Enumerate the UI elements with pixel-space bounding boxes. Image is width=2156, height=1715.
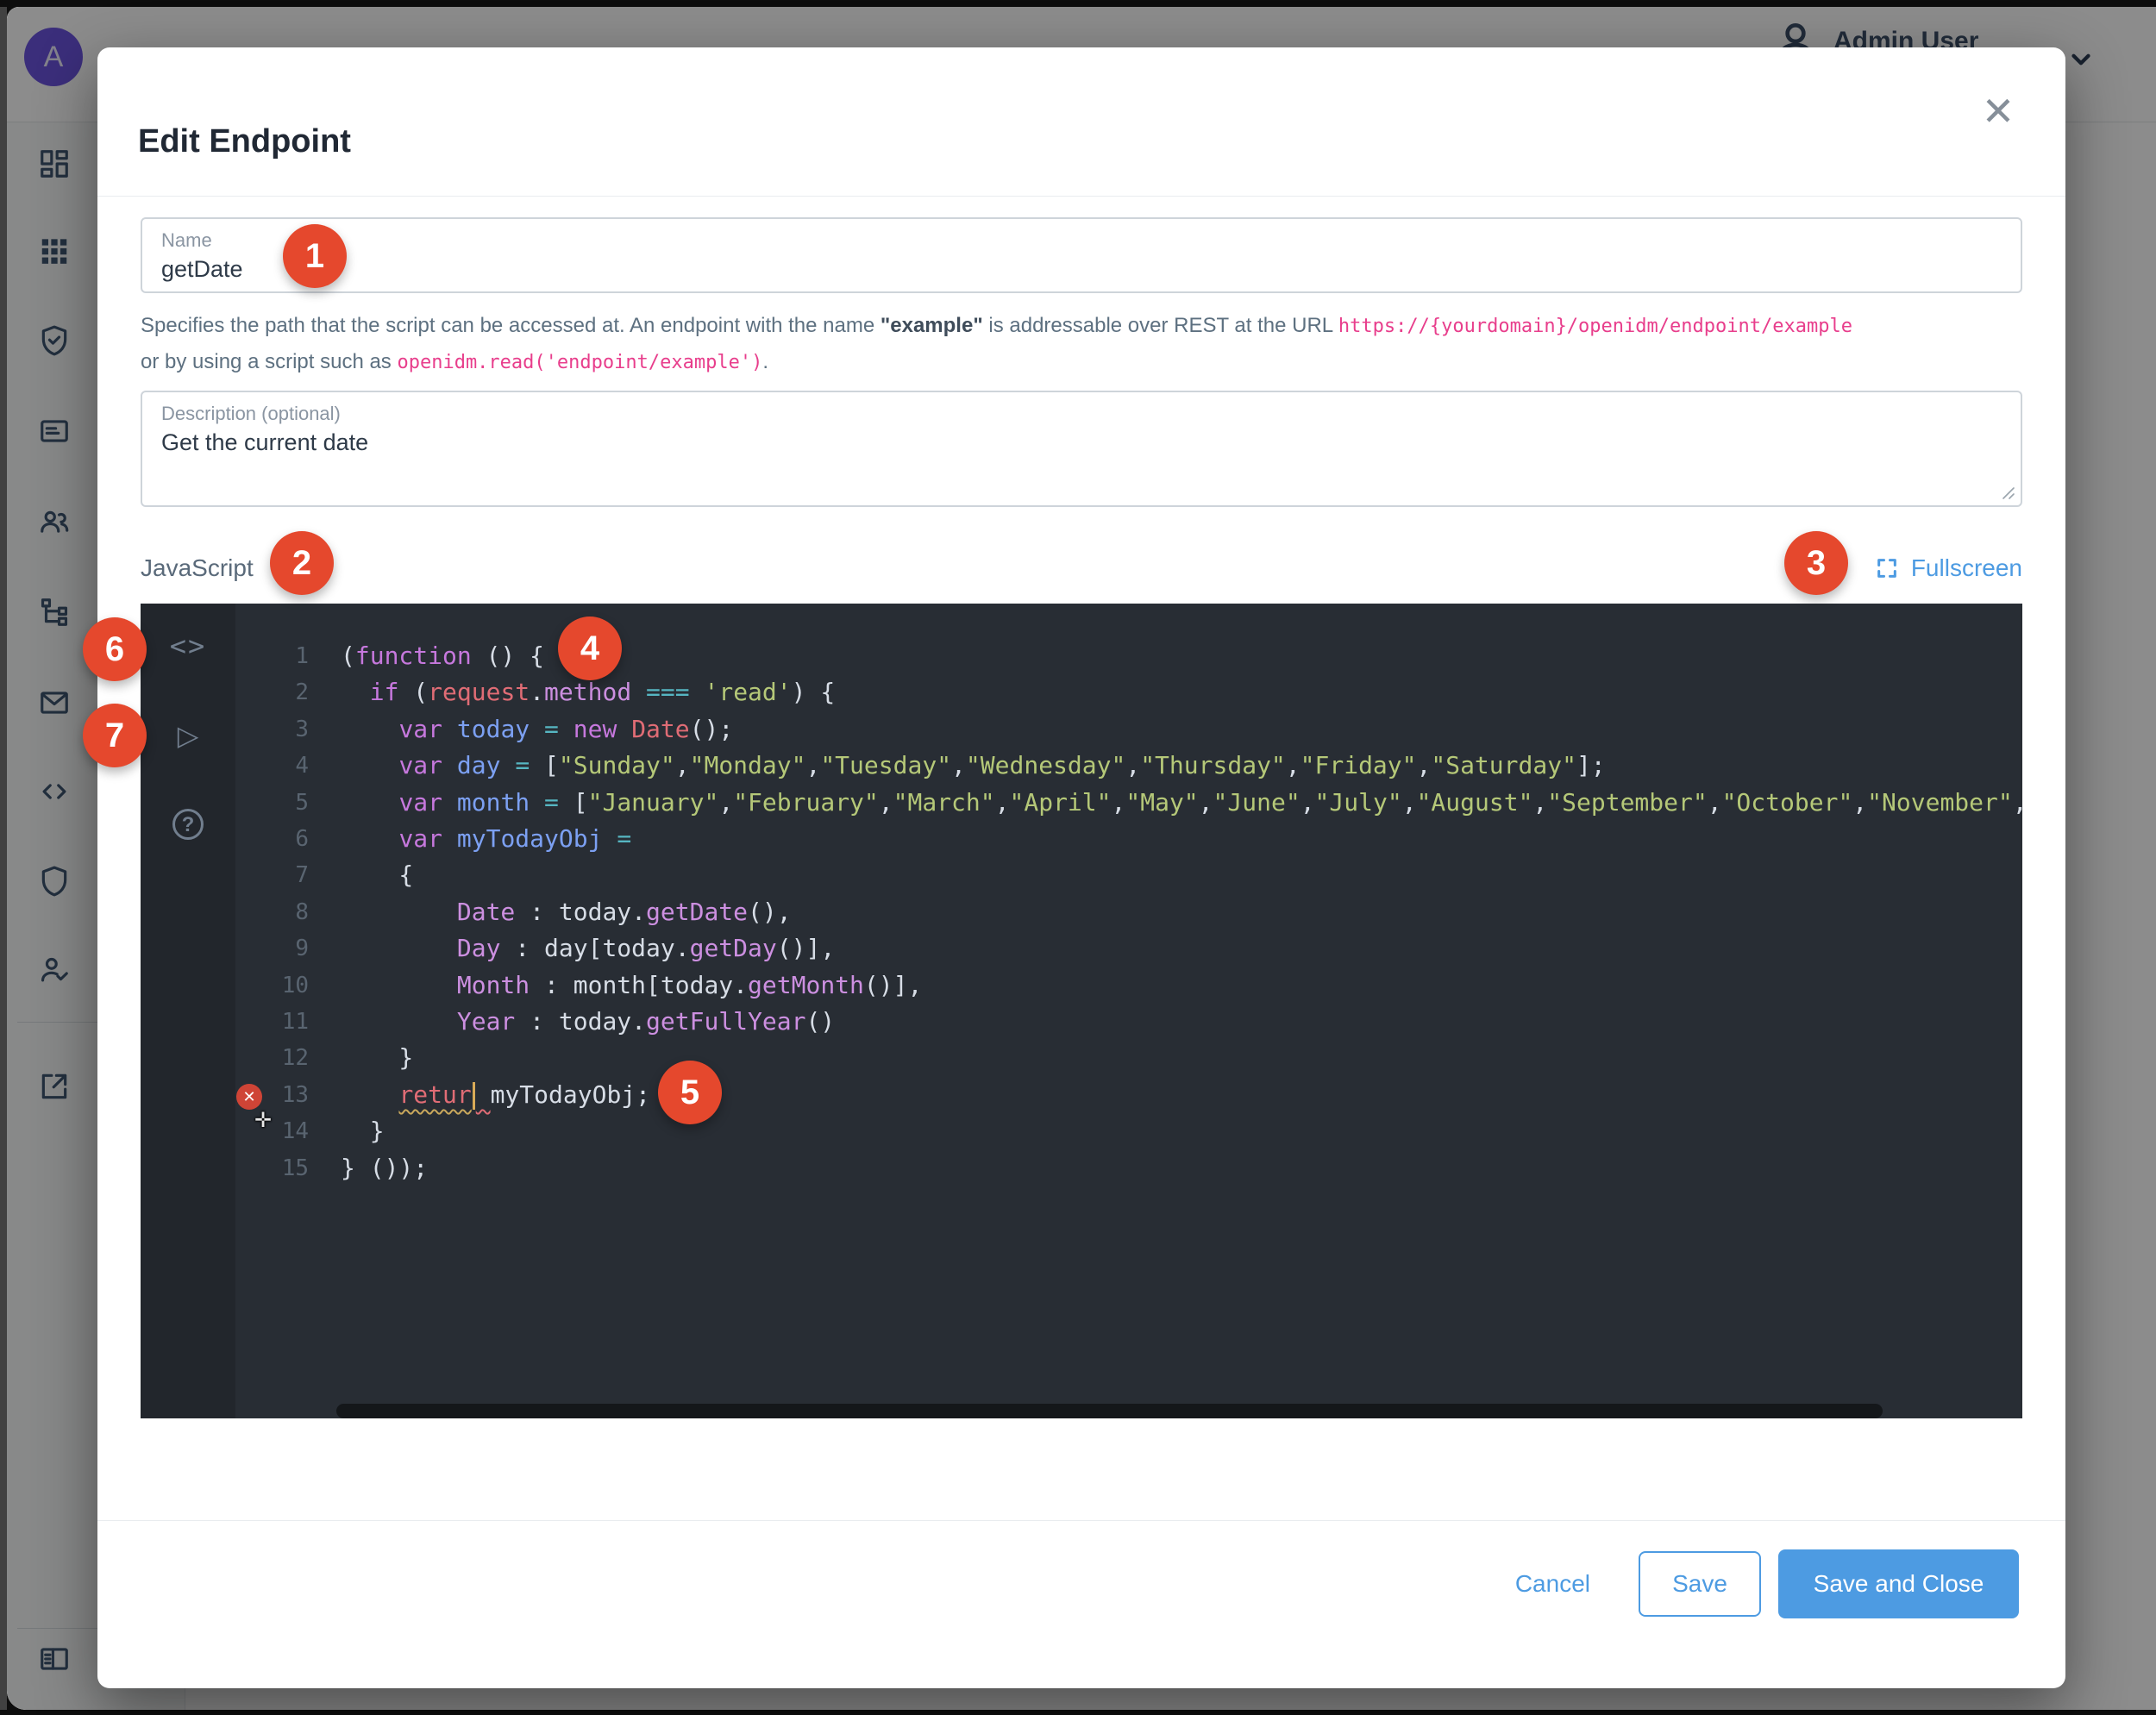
annotation-badge-7: 7 xyxy=(83,704,147,767)
line-content: if (request.method === 'read') { xyxy=(369,678,836,707)
line-content: var day = ["Sunday","Monday","Tuesday","… xyxy=(398,751,1606,780)
code-line[interactable]: 3 var today = new Date(); xyxy=(235,711,2022,748)
line-number: 1 xyxy=(295,643,309,669)
line-number: 12 xyxy=(281,1045,309,1072)
line-number: 14 xyxy=(281,1118,309,1145)
editor-help-icon[interactable]: ? xyxy=(141,809,235,840)
line-content: Date : today.getDate(), xyxy=(456,897,792,926)
code-line[interactable]: 8 Date : today.getDate(), xyxy=(235,894,2022,930)
line-number: 15 xyxy=(281,1155,309,1181)
code-line[interactable]: 9 Day : day[today.getDay()], xyxy=(235,930,2022,967)
code-line[interactable]: 10 Month : month[today.getMonth()], xyxy=(235,967,2022,1004)
fullscreen-icon xyxy=(1877,559,1896,578)
line-number: 2 xyxy=(295,679,309,706)
helper-text: or by using a script such as xyxy=(141,350,398,373)
line-content: Year : today.getFullYear() xyxy=(456,1007,836,1036)
line-number: 5 xyxy=(295,789,309,816)
save-button[interactable]: Save xyxy=(1639,1551,1761,1617)
editor-code-icon[interactable]: <> xyxy=(141,629,235,662)
header-divider xyxy=(97,196,2065,197)
annotation-badge-1: 1 xyxy=(283,224,347,288)
helper-url-code: https://{yourdomain}/openidm/endpoint/ex… xyxy=(1338,316,1852,337)
line-number: 3 xyxy=(295,716,309,742)
line-content: var month = ["January","February","March… xyxy=(398,787,2022,817)
name-field-value: getDate xyxy=(161,256,243,282)
annotation-badge-4: 4 xyxy=(558,617,622,680)
line-number: 6 xyxy=(295,826,309,853)
line-number: 8 xyxy=(295,898,309,925)
line-content: var today = new Date(); xyxy=(398,714,734,743)
line-number: 4 xyxy=(295,753,309,779)
line-content: retur myTodayObj; xyxy=(398,1080,651,1110)
edit-endpoint-modal: Edit Endpoint ✕ Name getDate Specifies t… xyxy=(97,47,2065,1688)
modal-title: Edit Endpoint xyxy=(138,123,351,160)
code-line[interactable]: 7 { xyxy=(235,857,2022,893)
line-number: 10 xyxy=(281,972,309,998)
helper-text: is addressable over REST at the URL xyxy=(982,314,1338,337)
editor-header-row: JavaScript Fullscreen xyxy=(141,546,2022,591)
description-field-label: Description (optional) xyxy=(161,403,341,424)
code-line[interactable]: 15 } ()); xyxy=(235,1150,2022,1186)
code-line[interactable]: 11 Year : today.getFullYear() xyxy=(235,1004,2022,1040)
fullscreen-label: Fullscreen xyxy=(1910,554,2022,581)
line-content: } ()); xyxy=(341,1153,429,1182)
line-content: { xyxy=(341,861,414,890)
helper-text: Specifies the path that the script can b… xyxy=(141,314,881,337)
cancel-button[interactable]: Cancel xyxy=(1467,1570,1639,1598)
helper-script-code: openidm.read('endpoint/example') xyxy=(397,352,763,373)
annotation-badge-6: 6 xyxy=(83,617,147,681)
description-field-value: Get the current date xyxy=(161,429,369,455)
editor-run-icon[interactable]: ▷ xyxy=(141,719,235,752)
name-field-label: Name xyxy=(161,229,212,251)
line-content: } xyxy=(341,1117,385,1146)
annotation-badge-2: 2 xyxy=(270,531,334,595)
annotation-badge-5: 5 xyxy=(658,1061,722,1124)
endpoint-helper-text: Specifies the path that the script can b… xyxy=(141,308,2029,380)
save-and-close-button[interactable]: Save and Close xyxy=(1778,1549,2019,1618)
fullscreen-button[interactable]: Fullscreen xyxy=(1875,554,2022,582)
line-number: 11 xyxy=(281,1009,309,1036)
code-editor[interactable]: <> ▷ ? 1 (function () { 2 if (request.meth… xyxy=(141,604,2022,1418)
resize-handle-icon[interactable] xyxy=(2000,485,2017,502)
code-line[interactable]: 5 var month = ["January","February","Mar… xyxy=(235,785,2022,821)
horizontal-scrollbar[interactable] xyxy=(336,1404,1883,1418)
name-field[interactable]: Name getDate xyxy=(141,217,2022,293)
line-number: 9 xyxy=(295,936,309,962)
language-label: JavaScript xyxy=(141,554,254,581)
editor-toolbar: <> ▷ ? xyxy=(141,604,235,1418)
code-line[interactable]: 13 retur myTodayObj; xyxy=(235,1077,2022,1113)
annotation-badge-3: 3 xyxy=(1784,531,1848,595)
line-content: (function () { xyxy=(341,642,545,670)
modal-footer: Cancel Save Save and Close xyxy=(1467,1549,2019,1618)
code-line[interactable]: 4 var day = ["Sunday","Monday","Tuesday"… xyxy=(235,748,2022,784)
line-content: Day : day[today.getDay()], xyxy=(456,934,836,963)
line-content: Month : month[today.getMonth()], xyxy=(456,970,923,999)
description-field[interactable]: Description (optional) Get the current d… xyxy=(141,391,2022,507)
helper-bold: "example" xyxy=(880,314,983,337)
line-content: } xyxy=(341,1043,414,1073)
code-line[interactable]: 12 } xyxy=(235,1040,2022,1076)
close-icon[interactable]: ✕ xyxy=(1971,84,2026,139)
line-number: 7 xyxy=(295,862,309,889)
mouse-cursor-icon: ✛ xyxy=(254,1109,273,1132)
code-line[interactable]: 2 if (request.method === 'read') { xyxy=(235,674,2022,710)
code-line[interactable]: 6 var myTodayObj = xyxy=(235,821,2022,857)
code-line[interactable]: 14 } xyxy=(235,1113,2022,1149)
text-cursor xyxy=(472,1081,475,1110)
line-content: var myTodayObj = xyxy=(398,824,632,854)
code-line[interactable]: 1 (function () { xyxy=(235,638,2022,674)
error-marker-icon: ✕ xyxy=(236,1084,262,1110)
window-left-edge xyxy=(0,7,7,1710)
code-lines[interactable]: 1 (function () { 2 if (request.method === … xyxy=(235,638,2022,1186)
helper-text: . xyxy=(762,350,768,373)
footer-divider xyxy=(97,1520,2065,1521)
